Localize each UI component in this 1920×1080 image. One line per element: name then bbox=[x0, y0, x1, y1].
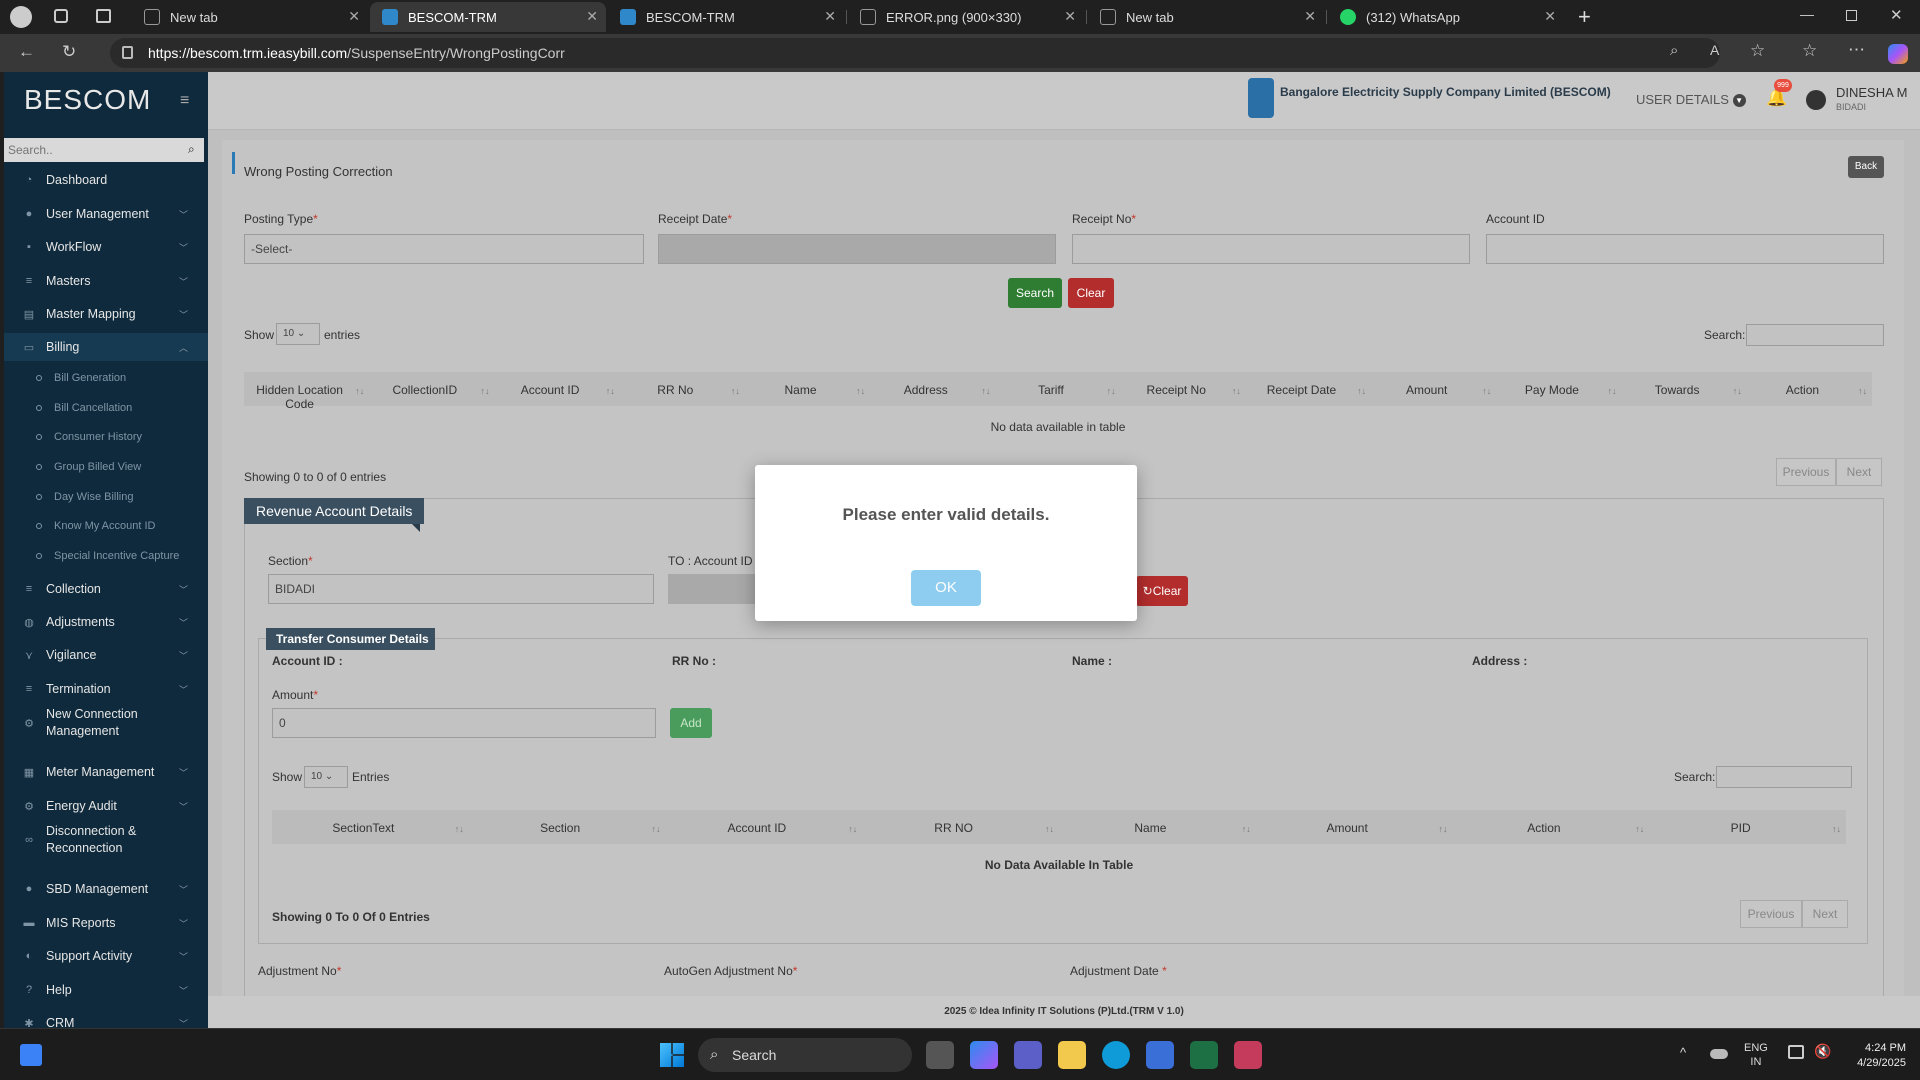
show-hidden-icons[interactable]: ^ bbox=[1680, 1045, 1686, 1060]
task-view-icon[interactable] bbox=[926, 1041, 954, 1069]
language-code: ENG bbox=[1744, 1042, 1768, 1054]
widgets-icon[interactable] bbox=[20, 1044, 42, 1066]
modal-overlay: Please enter valid details. OK bbox=[0, 0, 1920, 1080]
volume-muted-icon[interactable]: 🔇 bbox=[1814, 1043, 1831, 1060]
taskbar-search-label: Search bbox=[732, 1047, 777, 1063]
onedrive-icon[interactable] bbox=[1710, 1049, 1728, 1059]
clock-time: 4:24 PM bbox=[1865, 1042, 1906, 1054]
copilot-icon[interactable] bbox=[970, 1041, 998, 1069]
start-button[interactable] bbox=[660, 1043, 684, 1067]
excel-icon[interactable] bbox=[1190, 1041, 1218, 1069]
file-explorer-icon[interactable] bbox=[1058, 1041, 1086, 1069]
taskbar-search[interactable]: ⌕ Search bbox=[698, 1038, 912, 1072]
search-icon: ⌕ bbox=[710, 1046, 719, 1063]
snipping-tool-icon[interactable] bbox=[1234, 1041, 1262, 1069]
network-icon[interactable] bbox=[1788, 1045, 1804, 1059]
edge-icon[interactable] bbox=[1102, 1041, 1130, 1069]
alert-dialog: Please enter valid details. OK bbox=[755, 465, 1137, 621]
alert-message: Please enter valid details. bbox=[842, 505, 1050, 524]
region-code: IN bbox=[1750, 1056, 1762, 1068]
clock[interactable]: 4:24 PM 4/29/2025 bbox=[1840, 1041, 1906, 1071]
windows-taskbar: ⌕ Search ^ ENG IN 🔇 4:24 PM 4/29/2025 bbox=[0, 1028, 1920, 1080]
teams-icon[interactable] bbox=[1014, 1041, 1042, 1069]
clock-date: 4/29/2025 bbox=[1857, 1057, 1906, 1069]
language-indicator[interactable]: ENG IN bbox=[1744, 1041, 1768, 1069]
ok-button[interactable]: OK bbox=[911, 570, 981, 606]
store-icon[interactable] bbox=[1146, 1041, 1174, 1069]
